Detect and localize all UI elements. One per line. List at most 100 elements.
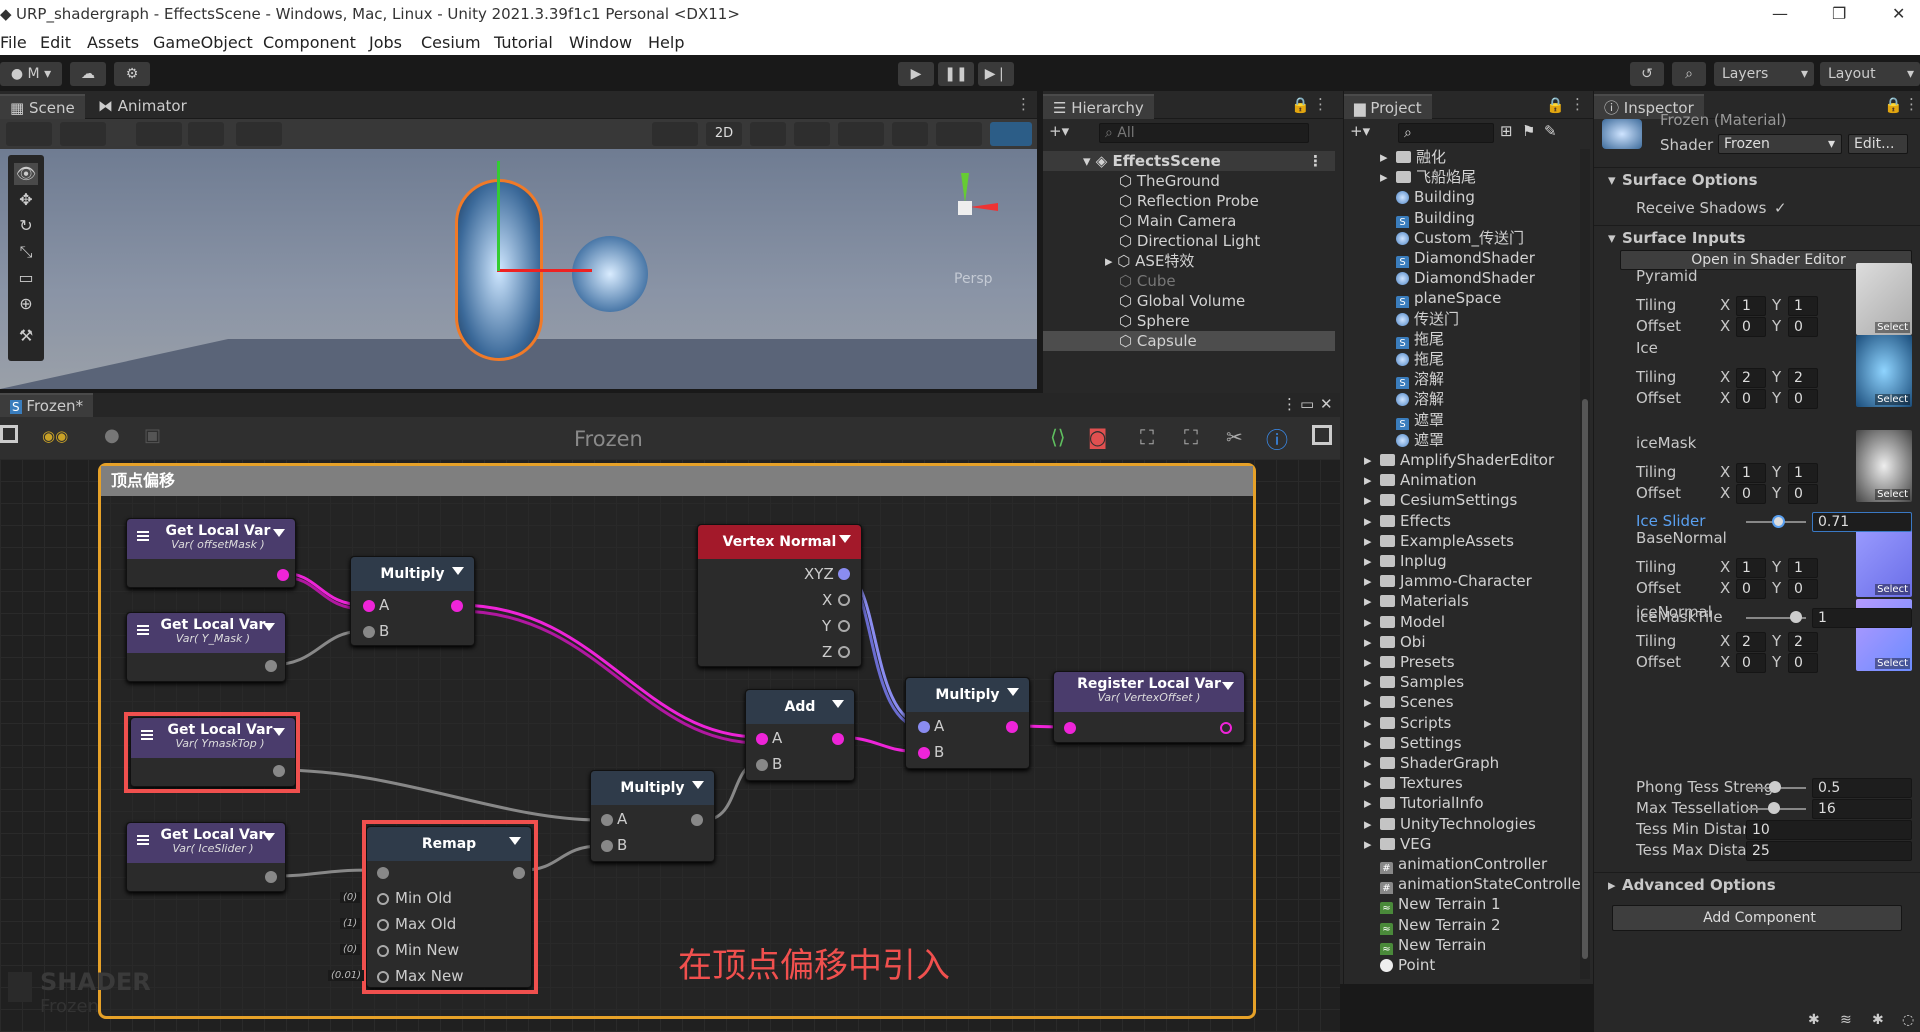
project-item[interactable]: ▸ Model: [1344, 612, 1592, 632]
select-button[interactable]: Select: [1875, 658, 1910, 669]
tab-project[interactable]: ▆ Project: [1344, 94, 1432, 119]
layers-dropdown[interactable]: Layers ▾: [1714, 62, 1814, 86]
project-item[interactable]: ▸ UnityTechnologies: [1344, 814, 1592, 834]
project-item[interactable]: S 遮罩: [1344, 410, 1592, 430]
select-button[interactable]: Select: [1875, 394, 1910, 405]
project-item[interactable]: ▸ Jammo-Character: [1344, 571, 1592, 591]
max-tess-slider-thumb[interactable]: [1768, 802, 1780, 814]
offset-x-input[interactable]: 0: [1736, 317, 1766, 337]
minimize-icon[interactable]: —: [1772, 4, 1788, 23]
select-button[interactable]: Select: [1875, 489, 1910, 500]
offset-y-input[interactable]: 0: [1788, 653, 1818, 673]
node-vertex-normal[interactable]: Vertex Normal XYZ X Y Z: [697, 524, 862, 667]
offset-x-input[interactable]: 0: [1736, 389, 1766, 409]
output-pin[interactable]: [277, 569, 289, 581]
offset-y-input[interactable]: 0: [1788, 484, 1818, 504]
project-item[interactable]: Custom_传送门: [1344, 228, 1592, 248]
select-button[interactable]: Select: [1875, 322, 1910, 333]
offset-y-input[interactable]: 0: [1788, 389, 1818, 409]
node-get-local-var-ymask[interactable]: Get Local Var Var( Y_Mask ): [126, 612, 286, 682]
project-item[interactable]: ▸ Inplug: [1344, 551, 1592, 571]
output-pin[interactable]: [451, 600, 463, 612]
shader-dropdown[interactable]: Frozen ▾: [1718, 134, 1842, 154]
tiling-x-input[interactable]: 2: [1736, 368, 1766, 388]
default-value-min-new[interactable]: (0): [340, 944, 361, 955]
project-item[interactable]: ≈ New Terrain 2: [1344, 915, 1592, 935]
project-item[interactable]: ▸ AmplifyShaderEditor: [1344, 450, 1592, 470]
layout-dropdown[interactable]: Layout ▾: [1820, 62, 1920, 86]
node-add[interactable]: Add A B: [745, 689, 855, 781]
project-item[interactable]: ≈ New Terrain: [1344, 935, 1592, 955]
output-pin[interactable]: [832, 733, 844, 745]
surface-inputs-foldout[interactable]: Surface Inputs ▾: [1594, 225, 1920, 251]
project-item[interactable]: ▸ ExampleAssets: [1344, 531, 1592, 551]
output-pin-x[interactable]: [838, 594, 850, 606]
tiling-x-input[interactable]: 2: [1736, 632, 1766, 652]
node-multiply-2[interactable]: Multiply A B: [590, 770, 715, 862]
select-button[interactable]: Select: [1875, 584, 1910, 595]
project-item[interactable]: S Building: [1344, 208, 1592, 228]
project-item[interactable]: S DiamondShader: [1344, 248, 1592, 268]
phong-input[interactable]: 0.5: [1812, 778, 1912, 798]
tiling-y-input[interactable]: 2: [1788, 368, 1818, 388]
default-value-max-old[interactable]: (1): [340, 918, 361, 929]
project-item[interactable]: ▸ Presets: [1344, 652, 1592, 672]
project-item[interactable]: # animationController: [1344, 854, 1592, 874]
icemasktile-input[interactable]: 1: [1812, 608, 1912, 628]
project-item[interactable]: ▸ Effects: [1344, 511, 1592, 531]
default-value-max-new[interactable]: (0.01): [328, 970, 365, 981]
project-item[interactable]: ▸ ShaderGraph: [1344, 753, 1592, 773]
project-item[interactable]: ▸ TutorialInfo: [1344, 793, 1592, 813]
project-item[interactable]: Point: [1344, 955, 1592, 975]
edit-shader-button[interactable]: Edit...: [1848, 134, 1908, 154]
node-get-local-var-iceslider[interactable]: Get Local Var Var( IceSlider ): [126, 822, 286, 892]
project-item[interactable]: Building: [1344, 187, 1592, 207]
surface-options-foldout[interactable]: Surface Options ▾: [1594, 167, 1920, 193]
input-pin-b[interactable]: [363, 626, 375, 638]
output-pin[interactable]: [265, 871, 277, 883]
favorite-icon[interactable]: ✎: [1544, 122, 1557, 140]
output-pin[interactable]: [691, 814, 703, 826]
offset-x-input[interactable]: 0: [1736, 653, 1766, 673]
lock-icon[interactable]: 🔒: [1884, 96, 1903, 114]
input-pin-a[interactable]: [363, 600, 375, 612]
tiling-y-input[interactable]: 1: [1788, 558, 1818, 578]
node-multiply-1[interactable]: Multiply A B: [350, 556, 475, 646]
ice-slider-thumb[interactable]: [1772, 515, 1785, 528]
receive-shadows-checkbox[interactable]: ✓: [1774, 199, 1787, 217]
texture-slot[interactable]: Select: [1856, 430, 1912, 502]
offset-y-input[interactable]: 0: [1788, 317, 1818, 337]
input-pin-a[interactable]: [918, 721, 930, 733]
output-pin[interactable]: [1006, 721, 1018, 733]
history-icon[interactable]: ↺: [1630, 62, 1664, 86]
tiling-x-input[interactable]: 1: [1736, 296, 1766, 316]
lock-icon[interactable]: 🔒: [1546, 96, 1565, 114]
output-pin-y[interactable]: [838, 620, 850, 632]
tiling-x-input[interactable]: 1: [1736, 463, 1766, 483]
icemasktile-slider-thumb[interactable]: [1790, 611, 1802, 623]
more-icon[interactable]: ⋮: [1570, 95, 1585, 113]
ice-slider-input[interactable]: 0.71: [1812, 512, 1912, 532]
project-item[interactable]: ▸ Scenes: [1344, 692, 1592, 712]
advanced-options-foldout[interactable]: Advanced Options ▸: [1594, 872, 1920, 898]
input-pin[interactable]: [1064, 722, 1076, 734]
project-item[interactable]: 传送门: [1344, 309, 1592, 329]
layers-status-icon[interactable]: ≋: [1840, 1012, 1852, 1028]
input-pin-b[interactable]: [918, 747, 930, 759]
output-pin[interactable]: [1220, 722, 1232, 734]
project-item[interactable]: ▸ Textures: [1344, 773, 1592, 793]
phong-slider-thumb[interactable]: [1769, 781, 1781, 793]
max-tess-input[interactable]: 16: [1812, 799, 1912, 819]
project-item[interactable]: ▸ Materials: [1344, 591, 1592, 611]
project-search-input[interactable]: ⌕: [1398, 123, 1494, 143]
project-item[interactable]: DiamondShader: [1344, 268, 1592, 288]
output-pin[interactable]: [265, 660, 277, 672]
default-value-min-old[interactable]: (0): [340, 892, 361, 903]
project-item[interactable]: # animationStateControlle: [1344, 874, 1592, 895]
tess-max-input[interactable]: 25: [1746, 841, 1912, 861]
node-get-local-var-offsetmask[interactable]: Get Local Var Var( offsetMask ): [126, 518, 296, 588]
texture-slot[interactable]: Select: [1856, 335, 1912, 407]
texture-slot[interactable]: Select: [1856, 263, 1912, 335]
offset-x-input[interactable]: 0: [1736, 484, 1766, 504]
project-item[interactable]: ▸ CesiumSettings: [1344, 490, 1592, 510]
